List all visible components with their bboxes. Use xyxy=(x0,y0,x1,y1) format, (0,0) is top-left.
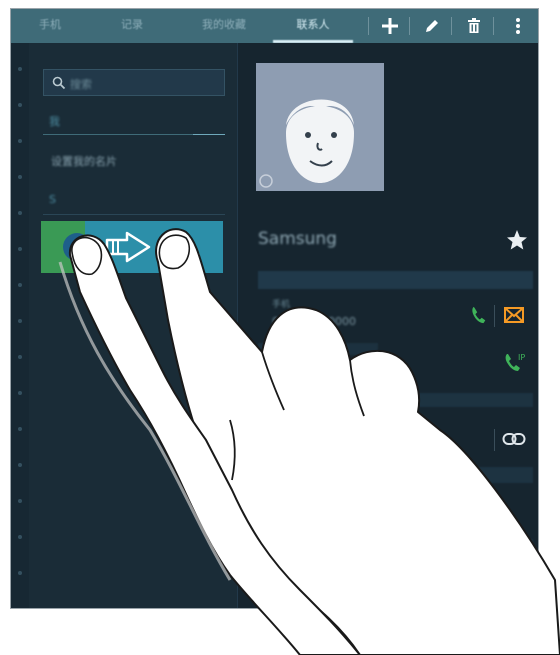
my-profile-item[interactable]: 设置我的名片 xyxy=(51,153,117,169)
alphabet-index-strip[interactable] xyxy=(11,43,29,608)
toolbar-divider xyxy=(493,17,494,35)
link-icon[interactable] xyxy=(502,432,526,446)
trash-icon xyxy=(468,18,480,33)
blurred-row xyxy=(258,467,533,483)
section-divider-accent xyxy=(193,134,225,135)
phone-icon xyxy=(185,239,200,257)
ip-call-icon[interactable]: IP xyxy=(504,351,528,373)
toolbar-divider xyxy=(451,17,452,35)
svg-text:IP: IP xyxy=(518,353,525,362)
arrow-right-icon xyxy=(105,231,151,263)
top-action-bar: 手机 记录 我的收藏 联系人 xyxy=(11,9,538,43)
delete-button[interactable] xyxy=(457,9,491,43)
blurred-row xyxy=(258,343,378,355)
contact-list-panel: 搜索 我 设置我的名片 S xyxy=(11,43,237,608)
tab-phone[interactable]: 手机 xyxy=(25,9,75,43)
contacts-screen: 手机 记录 我的收藏 联系人 搜索 我 设置我的名片 S Samsung 手机 … xyxy=(10,8,539,609)
blurred-row xyxy=(258,393,533,407)
search-placeholder: 搜索 xyxy=(70,78,92,91)
phone-number[interactable]: 000 0000 0000 xyxy=(272,315,356,328)
section-divider xyxy=(43,134,193,135)
blurred-row xyxy=(258,539,533,553)
add-contact-button[interactable] xyxy=(373,9,407,43)
message-icon[interactable] xyxy=(504,307,524,323)
tab-logs[interactable]: 记录 xyxy=(107,9,157,43)
toolbar-divider xyxy=(409,17,410,35)
more-vertical-icon xyxy=(516,18,520,34)
edit-button[interactable] xyxy=(415,9,449,43)
action-divider xyxy=(494,429,495,451)
pencil-icon xyxy=(426,20,438,32)
contact-name: Samsung xyxy=(258,229,337,249)
contact-photo[interactable] xyxy=(256,63,384,191)
call-icon[interactable] xyxy=(470,305,488,325)
tab-favorites[interactable]: 我的收藏 xyxy=(189,9,259,43)
plus-icon xyxy=(382,18,398,34)
search-icon xyxy=(52,76,66,90)
tab-contacts[interactable]: 联系人 xyxy=(273,9,353,43)
default-avatar-icon xyxy=(256,63,384,191)
contact-list-item-swipe[interactable] xyxy=(41,221,223,273)
star-icon[interactable] xyxy=(506,229,528,251)
toolbar-divider xyxy=(368,17,369,35)
phone-field-label: 手机 xyxy=(272,300,291,310)
search-input[interactable]: 搜索 xyxy=(43,69,225,96)
phone-section-header xyxy=(258,271,533,289)
section-header-s: S xyxy=(49,193,56,206)
section-header-me: 我 xyxy=(49,115,60,128)
contact-detail-panel: Samsung 手机 000 0000 0000 IP xyxy=(237,43,538,608)
section-divider xyxy=(43,214,225,215)
action-divider xyxy=(494,305,495,327)
more-options-button[interactable] xyxy=(501,9,535,43)
contact-avatar-thumb xyxy=(63,233,91,261)
